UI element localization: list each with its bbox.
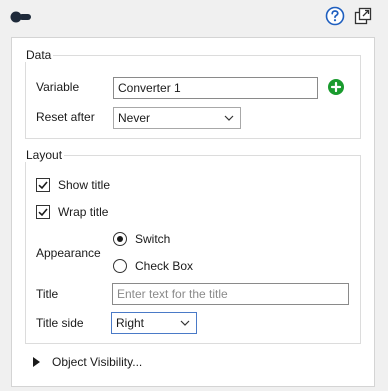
object-visibility-toggle[interactable]: Object Visibility...: [52, 355, 142, 369]
wrap-title-checkbox[interactable]: [36, 205, 50, 219]
appearance-switch-label[interactable]: Switch: [135, 232, 170, 246]
reset-after-label: Reset after: [36, 110, 95, 124]
wrap-title-label[interactable]: Wrap title: [58, 205, 108, 219]
show-title-label[interactable]: Show title: [58, 178, 110, 192]
appearance-checkbox-radio[interactable]: [113, 259, 127, 273]
chevron-down-icon: [224, 115, 234, 121]
add-icon[interactable]: [328, 79, 344, 95]
toggle-switch-icon[interactable]: [10, 10, 32, 24]
layout-group-legend: Layout: [24, 148, 65, 162]
title-input[interactable]: Enter text for the title: [112, 283, 349, 305]
reset-after-value: Never: [118, 111, 151, 125]
chevron-down-icon: [180, 320, 190, 326]
reset-after-select[interactable]: Never: [113, 107, 241, 129]
title-side-label: Title side: [36, 316, 84, 330]
data-group-legend: Data: [24, 48, 54, 62]
appearance-label: Appearance: [36, 246, 101, 260]
checkmark-icon: [38, 208, 48, 217]
radio-selected-dot: [117, 236, 123, 242]
title-side-select[interactable]: Right: [111, 312, 197, 334]
appearance-switch-radio[interactable]: [113, 232, 127, 246]
top-bar: [0, 0, 388, 34]
appearance-checkbox-label[interactable]: Check Box: [135, 259, 193, 273]
title-placeholder: Enter text for the title: [117, 287, 228, 301]
title-side-value: Right: [116, 316, 145, 330]
show-title-checkbox[interactable]: [36, 178, 50, 192]
checkmark-icon: [38, 181, 48, 190]
variable-field[interactable]: Converter 1: [113, 77, 318, 99]
help-icon[interactable]: [325, 6, 345, 26]
title-label: Title: [36, 287, 59, 301]
popout-icon[interactable]: [353, 6, 373, 26]
expand-triangle-icon[interactable]: [33, 357, 41, 367]
variable-label: Variable: [36, 80, 80, 94]
